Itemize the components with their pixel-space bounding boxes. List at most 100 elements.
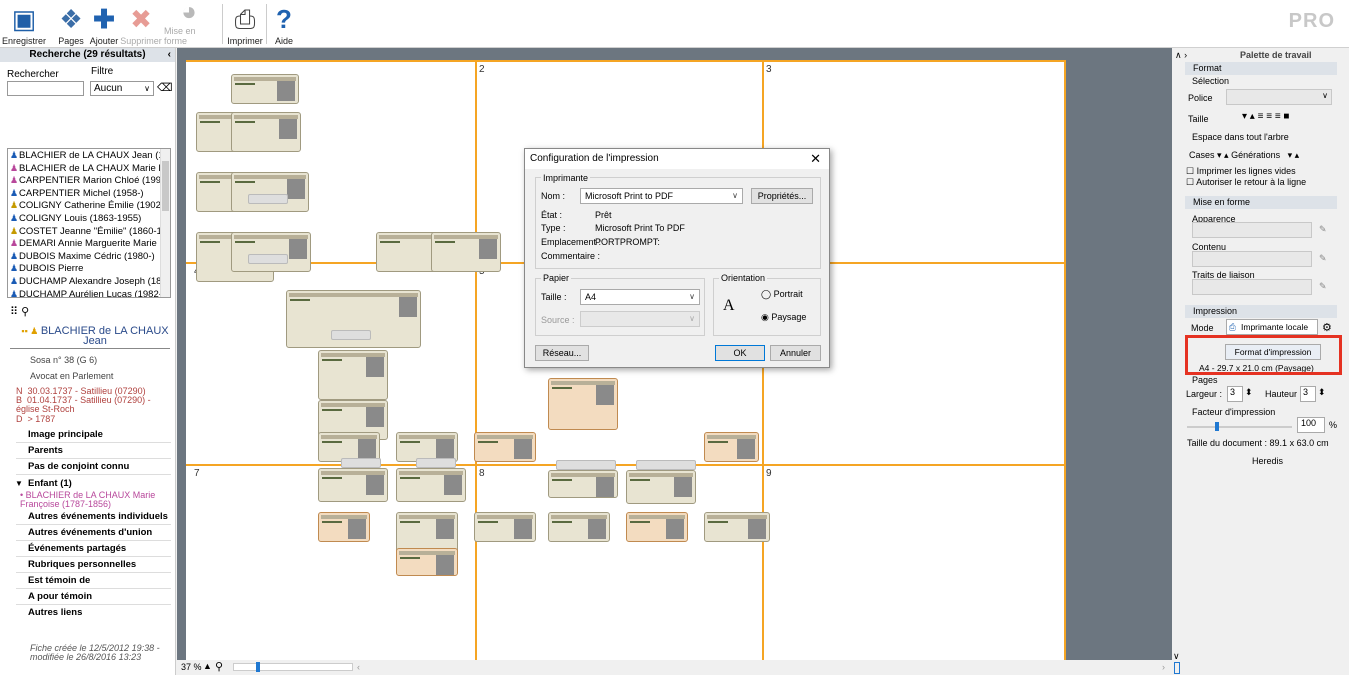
search-icon[interactable]: ⚲ <box>21 306 29 318</box>
edit-pencil-icon[interactable]: ✎ <box>1319 281 1327 292</box>
scroll-right-icon[interactable]: › <box>1162 662 1165 672</box>
pages-button[interactable]: ❖ Pages <box>56 2 86 46</box>
person-list-item[interactable]: ♟COLIGNY Louis (1863-1955) <box>8 212 170 225</box>
layout-section-header[interactable]: Mise en forme <box>1185 196 1337 209</box>
links-select[interactable] <box>1192 279 1312 295</box>
person-list-item[interactable]: ♟BLACHIER de LA CHAUX Jean (173... <box>8 149 170 162</box>
portrait-option[interactable]: ◯ Portrait <box>761 289 803 300</box>
person-list-item[interactable]: ♟BLACHIER de LA CHAUX Marie Fra... <box>8 162 170 175</box>
close-icon[interactable]: ✕ <box>810 149 821 169</box>
section-main-image[interactable]: Image principale <box>16 427 171 443</box>
section-has-witness[interactable]: A pour témoin <box>16 589 171 605</box>
width-input[interactable]: 3 <box>1227 386 1243 402</box>
tree-person-card[interactable] <box>396 548 458 576</box>
print-factor-input[interactable]: 100 <box>1297 417 1325 433</box>
height-input[interactable]: 3 <box>1300 386 1316 402</box>
tree-person-card[interactable] <box>548 378 618 430</box>
font-select[interactable]: ∨ <box>1226 89 1332 105</box>
properties-button[interactable]: Propriétés... <box>751 188 813 204</box>
section-witness-of[interactable]: Est témoin de <box>16 573 171 589</box>
tree-person-card[interactable] <box>231 74 299 104</box>
tree-person-card[interactable] <box>474 432 536 462</box>
child-link[interactable]: • BLACHIER de LA CHAUX Marie Françoise (… <box>20 491 160 509</box>
scroll-down-icon[interactable]: ∨ <box>1173 651 1180 662</box>
content-select[interactable] <box>1192 251 1312 267</box>
network-button[interactable]: Réseau... <box>535 345 589 361</box>
text-align-icons[interactable]: ▾ ▴ ≡ ≡ ≡ ■ <box>1242 111 1289 122</box>
person-list-item[interactable]: ♟DUBOIS Maxime Cédric (1980-) <box>8 250 170 263</box>
height-stepper-icon[interactable]: ⬍ <box>1318 387 1326 398</box>
tree-person-card[interactable] <box>318 350 388 400</box>
collapse-icon[interactable]: ‹ <box>168 48 171 62</box>
edit-pencil-icon[interactable]: ✎ <box>1319 253 1327 264</box>
section-personal-notes[interactable]: Rubriques personnelles <box>16 557 171 573</box>
section-parents[interactable]: Parents <box>16 443 171 459</box>
print-button[interactable]: ⎙ Imprimer <box>226 2 264 46</box>
section-spouse[interactable]: Pas de conjoint connu <box>16 459 171 475</box>
settings-gear-icon[interactable]: ⚙ <box>1322 321 1332 334</box>
person-list-item[interactable]: ♟COSTET Jeanne "Émilie" (1860-1949) <box>8 225 170 238</box>
edit-pencil-icon[interactable]: ✎ <box>1319 224 1327 235</box>
scrollbar-thumb[interactable] <box>162 161 169 211</box>
person-list-item[interactable]: ♟DEMARI Annie Marguerite Marie (19... <box>8 237 170 250</box>
section-shared-events[interactable]: Événements partagés <box>16 541 171 557</box>
tree-person-card[interactable] <box>626 470 696 504</box>
autowrap-checkbox[interactable]: ☐ Autoriser le retour à la ligne <box>1186 177 1306 188</box>
death-event[interactable]: D > 1787 <box>16 415 166 424</box>
person-list-item[interactable]: ♟DUCHAMP Aurélien Lucas (1982-) <box>8 288 170 297</box>
palette-scrollbar[interactable] <box>1174 662 1180 674</box>
clear-filter-icon[interactable]: ⌫ <box>157 81 173 94</box>
person-list-item[interactable]: ♟CARPENTIER Michel (1958-) <box>8 187 170 200</box>
zoom-icon[interactable]: ⚲ <box>215 660 223 673</box>
tree-person-card[interactable] <box>231 232 311 272</box>
print-factor-thumb[interactable] <box>1215 422 1219 431</box>
add-button[interactable]: ✚ Ajouter <box>88 2 120 46</box>
paper-source-select[interactable]: ∨ <box>580 311 700 327</box>
ok-button[interactable]: OK <box>715 345 765 361</box>
person-list-item[interactable]: ♟CARPENTIER Marion Chloé (1992-) <box>8 174 170 187</box>
tree-person-card[interactable] <box>231 172 309 212</box>
format-button[interactable]: ◕ Mise en forme <box>164 0 214 46</box>
mode-select[interactable]: ⎙ Imprimante locale <box>1226 319 1318 335</box>
tree-person-card[interactable] <box>431 232 501 272</box>
tree-person-card[interactable] <box>704 512 770 542</box>
person-list-item[interactable]: ♟COLIGNY Catherine Émilie (1902-19... <box>8 199 170 212</box>
zoom-up-icon[interactable]: ▲ <box>203 661 212 671</box>
tree-person-card[interactable] <box>396 468 466 502</box>
delete-button[interactable]: ✖ Supprimer <box>120 2 162 46</box>
filter-select[interactable]: Aucun ∨ <box>90 81 154 96</box>
format-section-header[interactable]: Format <box>1185 62 1337 75</box>
list-scrollbar[interactable] <box>160 149 170 297</box>
cases-control[interactable]: Cases ▾ ▴ Générations ▾ ▴ <box>1189 150 1299 161</box>
width-stepper-icon[interactable]: ⬍ <box>1245 387 1253 398</box>
cancel-button[interactable]: Annuler <box>770 345 821 361</box>
paper-size-select[interactable]: A4 ∨ <box>580 289 700 305</box>
save-button[interactable]: ▣ Enregistrer <box>2 2 46 46</box>
section-other-individual-events[interactable]: Autres événements individuels <box>16 509 171 525</box>
palette-nav-icon[interactable]: ∧ › <box>1175 50 1187 61</box>
baptism-event[interactable]: B 01.04.1737 - Satillieu (07290) - églis… <box>16 396 166 414</box>
zoom-slider-thumb[interactable] <box>256 662 260 672</box>
section-other-links[interactable]: Autres liens <box>16 605 171 621</box>
tree-person-card[interactable] <box>548 470 618 498</box>
tree-person-card[interactable] <box>548 512 610 542</box>
zoom-slider[interactable] <box>233 662 353 672</box>
person-list-item[interactable]: ♟DUCHAMP Alexandre Joseph (1849... <box>8 275 170 288</box>
print-factor-slider[interactable] <box>1187 422 1292 431</box>
print-empty-lines-checkbox[interactable]: ☐ Imprimer les lignes vides <box>1186 166 1296 177</box>
tree-person-card[interactable] <box>474 512 536 542</box>
tree-person-card[interactable] <box>704 432 759 462</box>
person-list-item[interactable]: ♟DUBOIS Pierre <box>8 262 170 275</box>
search-input[interactable] <box>7 81 84 96</box>
help-button[interactable]: ? Aide <box>270 2 298 46</box>
tree-person-card[interactable] <box>318 468 388 502</box>
tree-person-card[interactable] <box>626 512 688 542</box>
section-union-events[interactable]: Autres événements d'union <box>16 525 171 541</box>
appearance-select[interactable] <box>1192 222 1312 238</box>
tree-person-card[interactable] <box>231 112 301 152</box>
printer-select[interactable]: Microsoft Print to PDF ∨ <box>580 188 743 204</box>
scroll-left-icon[interactable]: ‹ <box>357 662 360 672</box>
tree-view-icon[interactable]: ⠿ <box>10 306 18 318</box>
tree-person-card[interactable] <box>318 512 370 542</box>
landscape-option[interactable]: ◉ Paysage <box>761 312 806 323</box>
